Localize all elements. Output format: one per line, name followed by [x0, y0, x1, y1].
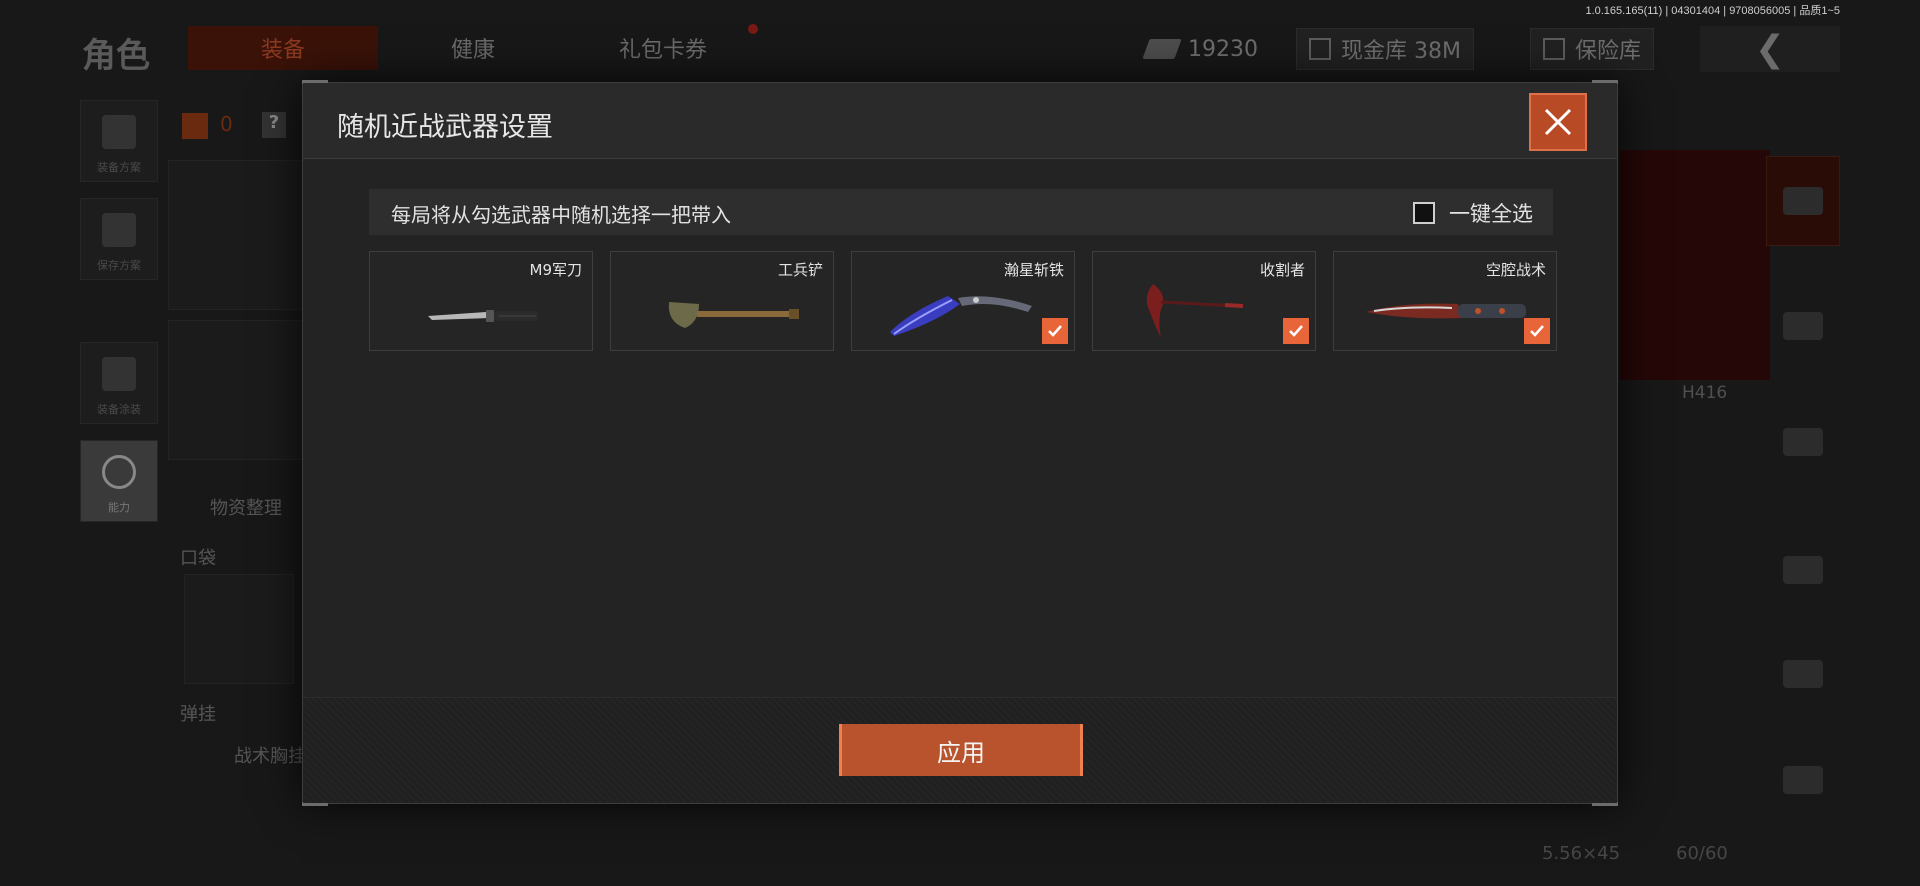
weapon-card-blade[interactable]: 瀚星斩铁 [851, 251, 1075, 351]
bg-slot-panel [168, 320, 304, 460]
weapon-name: M9军刀 [529, 261, 583, 279]
right-slot-helmet[interactable] [1766, 156, 1840, 246]
dialog-footer: 应用 [303, 697, 1617, 803]
currency-display: 19230 [1142, 28, 1258, 70]
weapon-checkbox-checked[interactable] [1524, 318, 1550, 344]
side-slot-ability[interactable]: 能力 [80, 440, 158, 522]
select-all-checkbox[interactable] [1413, 202, 1435, 224]
weapon-name: 空腔战术 [1485, 261, 1546, 279]
armor-icon [102, 115, 136, 149]
shovel-icon [668, 302, 799, 328]
tab-gift-coupons[interactable]: 礼包卡券 [568, 26, 758, 70]
right-slot-attachment[interactable] [1766, 736, 1840, 826]
close-icon [1544, 108, 1572, 136]
grip-icon [1783, 660, 1823, 688]
side-slot-skin[interactable]: 装备涂装 [80, 342, 158, 424]
backpack-icon [182, 113, 208, 139]
chevron-left-icon: ❮ [1754, 28, 1786, 70]
back-button[interactable]: ❮ [1700, 26, 1840, 72]
right-slot-mask[interactable] [1766, 282, 1840, 372]
weapon-list: M9军刀 工兵铲 瀚星斩铁 收割者 空腔战术 [369, 251, 1557, 351]
weapon-name: H416 [1682, 383, 1728, 403]
item-count: 0 [220, 112, 233, 136]
game-screen: 1.0.165.165(11) | 04301404 | 9708056005 … [0, 0, 1920, 886]
banknote-icon [1142, 39, 1182, 59]
rig-label: 弹挂 [180, 704, 216, 725]
bayonet-knife-icon [428, 310, 538, 322]
bg-weapon-panel [1620, 150, 1770, 380]
tab-health[interactable]: 健康 [378, 26, 568, 70]
weapon-card-reaper[interactable]: 收割者 [1092, 251, 1316, 351]
right-slot-magazine[interactable] [1766, 526, 1840, 616]
download-icon [102, 213, 136, 247]
weapon-checkbox-checked[interactable] [1042, 318, 1068, 344]
lightning-icon [102, 455, 136, 489]
weapon-name: 收割者 [1259, 261, 1305, 279]
safe-icon [1543, 38, 1565, 60]
weapon-card-shovel[interactable]: 工兵铲 [610, 251, 834, 351]
safe-vault-label: 保险库 [1575, 39, 1642, 64]
weapon-card-m9[interactable]: M9军刀 [369, 251, 593, 351]
select-all-label: 一键全选 [1449, 202, 1533, 226]
side-slot-label: 保存方案 [97, 259, 141, 272]
tab-equipment[interactable]: 装备 [188, 26, 378, 70]
right-slot-grip[interactable] [1766, 630, 1840, 720]
supplies-label: 物资整理 [210, 498, 282, 519]
rifle-icon [1783, 428, 1823, 456]
version-text: 1.0.165.165(11) | 04301404 | 9708056005 … [1585, 5, 1840, 17]
tactical-chest-label: 战术胸挂 [234, 746, 306, 767]
cash-vault-label: 现金库 38M [1341, 39, 1461, 64]
pocket-label: 口袋 [180, 548, 216, 569]
helmet-icon [1783, 187, 1823, 215]
ammo-type: 5.56×45 [1542, 843, 1621, 864]
stack-icon[interactable] [1766, 94, 1840, 140]
weapon-checkbox-checked[interactable] [1283, 318, 1309, 344]
ammo-count: 60/60 [1676, 843, 1728, 864]
select-all-toggle[interactable]: 一键全选 [1413, 198, 1533, 228]
sickle-icon [1146, 284, 1244, 338]
mask-icon [1783, 312, 1823, 340]
hint-text: 每局将从勾选武器中随机选择一把带入 [391, 203, 731, 227]
magazine-icon [1783, 556, 1823, 584]
checkmark-icon [1289, 325, 1303, 337]
help-icon[interactable]: ? [262, 112, 286, 138]
side-slot-label: 装备方案 [97, 161, 141, 174]
bg-slot-panel [168, 160, 304, 310]
dialog-header: 随机近战武器设置 [303, 83, 1617, 159]
safe-vault-button[interactable]: 保险库 [1530, 28, 1655, 70]
close-button[interactable] [1529, 93, 1587, 151]
random-melee-dialog: 随机近战武器设置 每局将从勾选武器中随机选择一把带入 一键全选 M9军刀 工兵铲… [302, 80, 1618, 806]
currency-value: 19230 [1188, 36, 1258, 62]
weapon-name: 工兵铲 [777, 261, 823, 279]
karambit-blade-icon [890, 296, 1032, 336]
helmet-icon [102, 357, 136, 391]
side-slot-save[interactable]: 保存方案 [80, 198, 158, 280]
side-slot-label: 能力 [108, 501, 130, 514]
checkmark-icon [1530, 325, 1544, 337]
role-title: 角色 [82, 36, 150, 76]
dialog-title: 随机近战武器设置 [337, 112, 553, 143]
side-slot-loadout[interactable]: 装备方案 [80, 100, 158, 182]
right-slot-rifle[interactable] [1766, 398, 1840, 488]
checkmark-icon [1048, 325, 1062, 337]
notification-dot [748, 24, 758, 34]
tactical-knife-icon [1366, 303, 1526, 319]
apply-button[interactable]: 应用 [839, 724, 1083, 776]
weapon-card-tactical[interactable]: 空腔战术 [1333, 251, 1557, 351]
vault-icon [1309, 38, 1331, 60]
weapon-name: 瀚星斩铁 [1003, 261, 1064, 279]
side-slot-label: 装备涂装 [97, 403, 141, 416]
cash-vault-button[interactable]: 现金库 38M [1296, 28, 1474, 70]
hint-bar: 每局将从勾选武器中随机选择一把带入 一键全选 [369, 189, 1553, 235]
attachment-icon [1783, 766, 1823, 794]
pocket-slot[interactable] [184, 574, 294, 684]
